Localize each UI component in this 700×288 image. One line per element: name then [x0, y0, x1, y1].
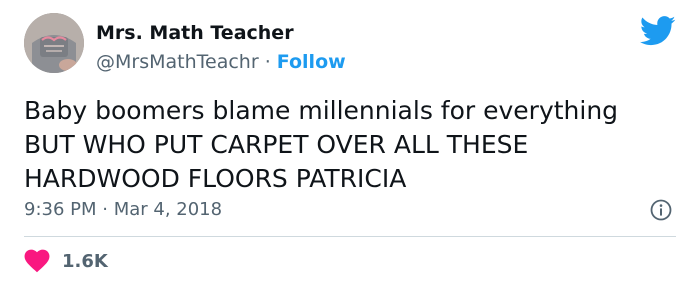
- avatar[interactable]: [24, 13, 84, 73]
- follow-button[interactable]: Follow: [277, 51, 346, 73]
- tweet-text-line: HARDWOOD FLOORS PATRICIA: [24, 164, 407, 193]
- twitter-bird-icon[interactable]: [640, 16, 676, 46]
- info-icon[interactable]: [650, 199, 672, 221]
- tweet-text: Baby boomers blame millennials for every…: [24, 94, 674, 196]
- avatar-image: [24, 13, 84, 73]
- divider: [24, 236, 676, 237]
- like-count: 1.6K: [62, 250, 108, 272]
- tweet-text-line: BUT WHO PUT CARPET OVER ALL THESE: [24, 130, 529, 159]
- tweet-text-line: Baby boomers blame millennials for every…: [24, 96, 619, 125]
- heart-icon: [24, 249, 50, 273]
- author-handle[interactable]: @MrsMathTeachr: [96, 51, 259, 73]
- author-meta: @MrsMathTeachr · Follow: [96, 51, 346, 73]
- like-button[interactable]: 1.6K: [24, 249, 108, 273]
- tweet-timestamp[interactable]: 9:36 PM · Mar 4, 2018: [24, 199, 222, 220]
- timestamp-separator: ·: [96, 199, 114, 220]
- tweet-time: 9:36 PM: [24, 199, 97, 220]
- tweet-date: Mar 4, 2018: [113, 199, 223, 220]
- author-name[interactable]: Mrs. Math Teacher: [96, 22, 294, 44]
- meta-separator: ·: [258, 51, 277, 73]
- tweet-card: Mrs. Math Teacher @MrsMathTeachr · Follo…: [0, 0, 700, 288]
